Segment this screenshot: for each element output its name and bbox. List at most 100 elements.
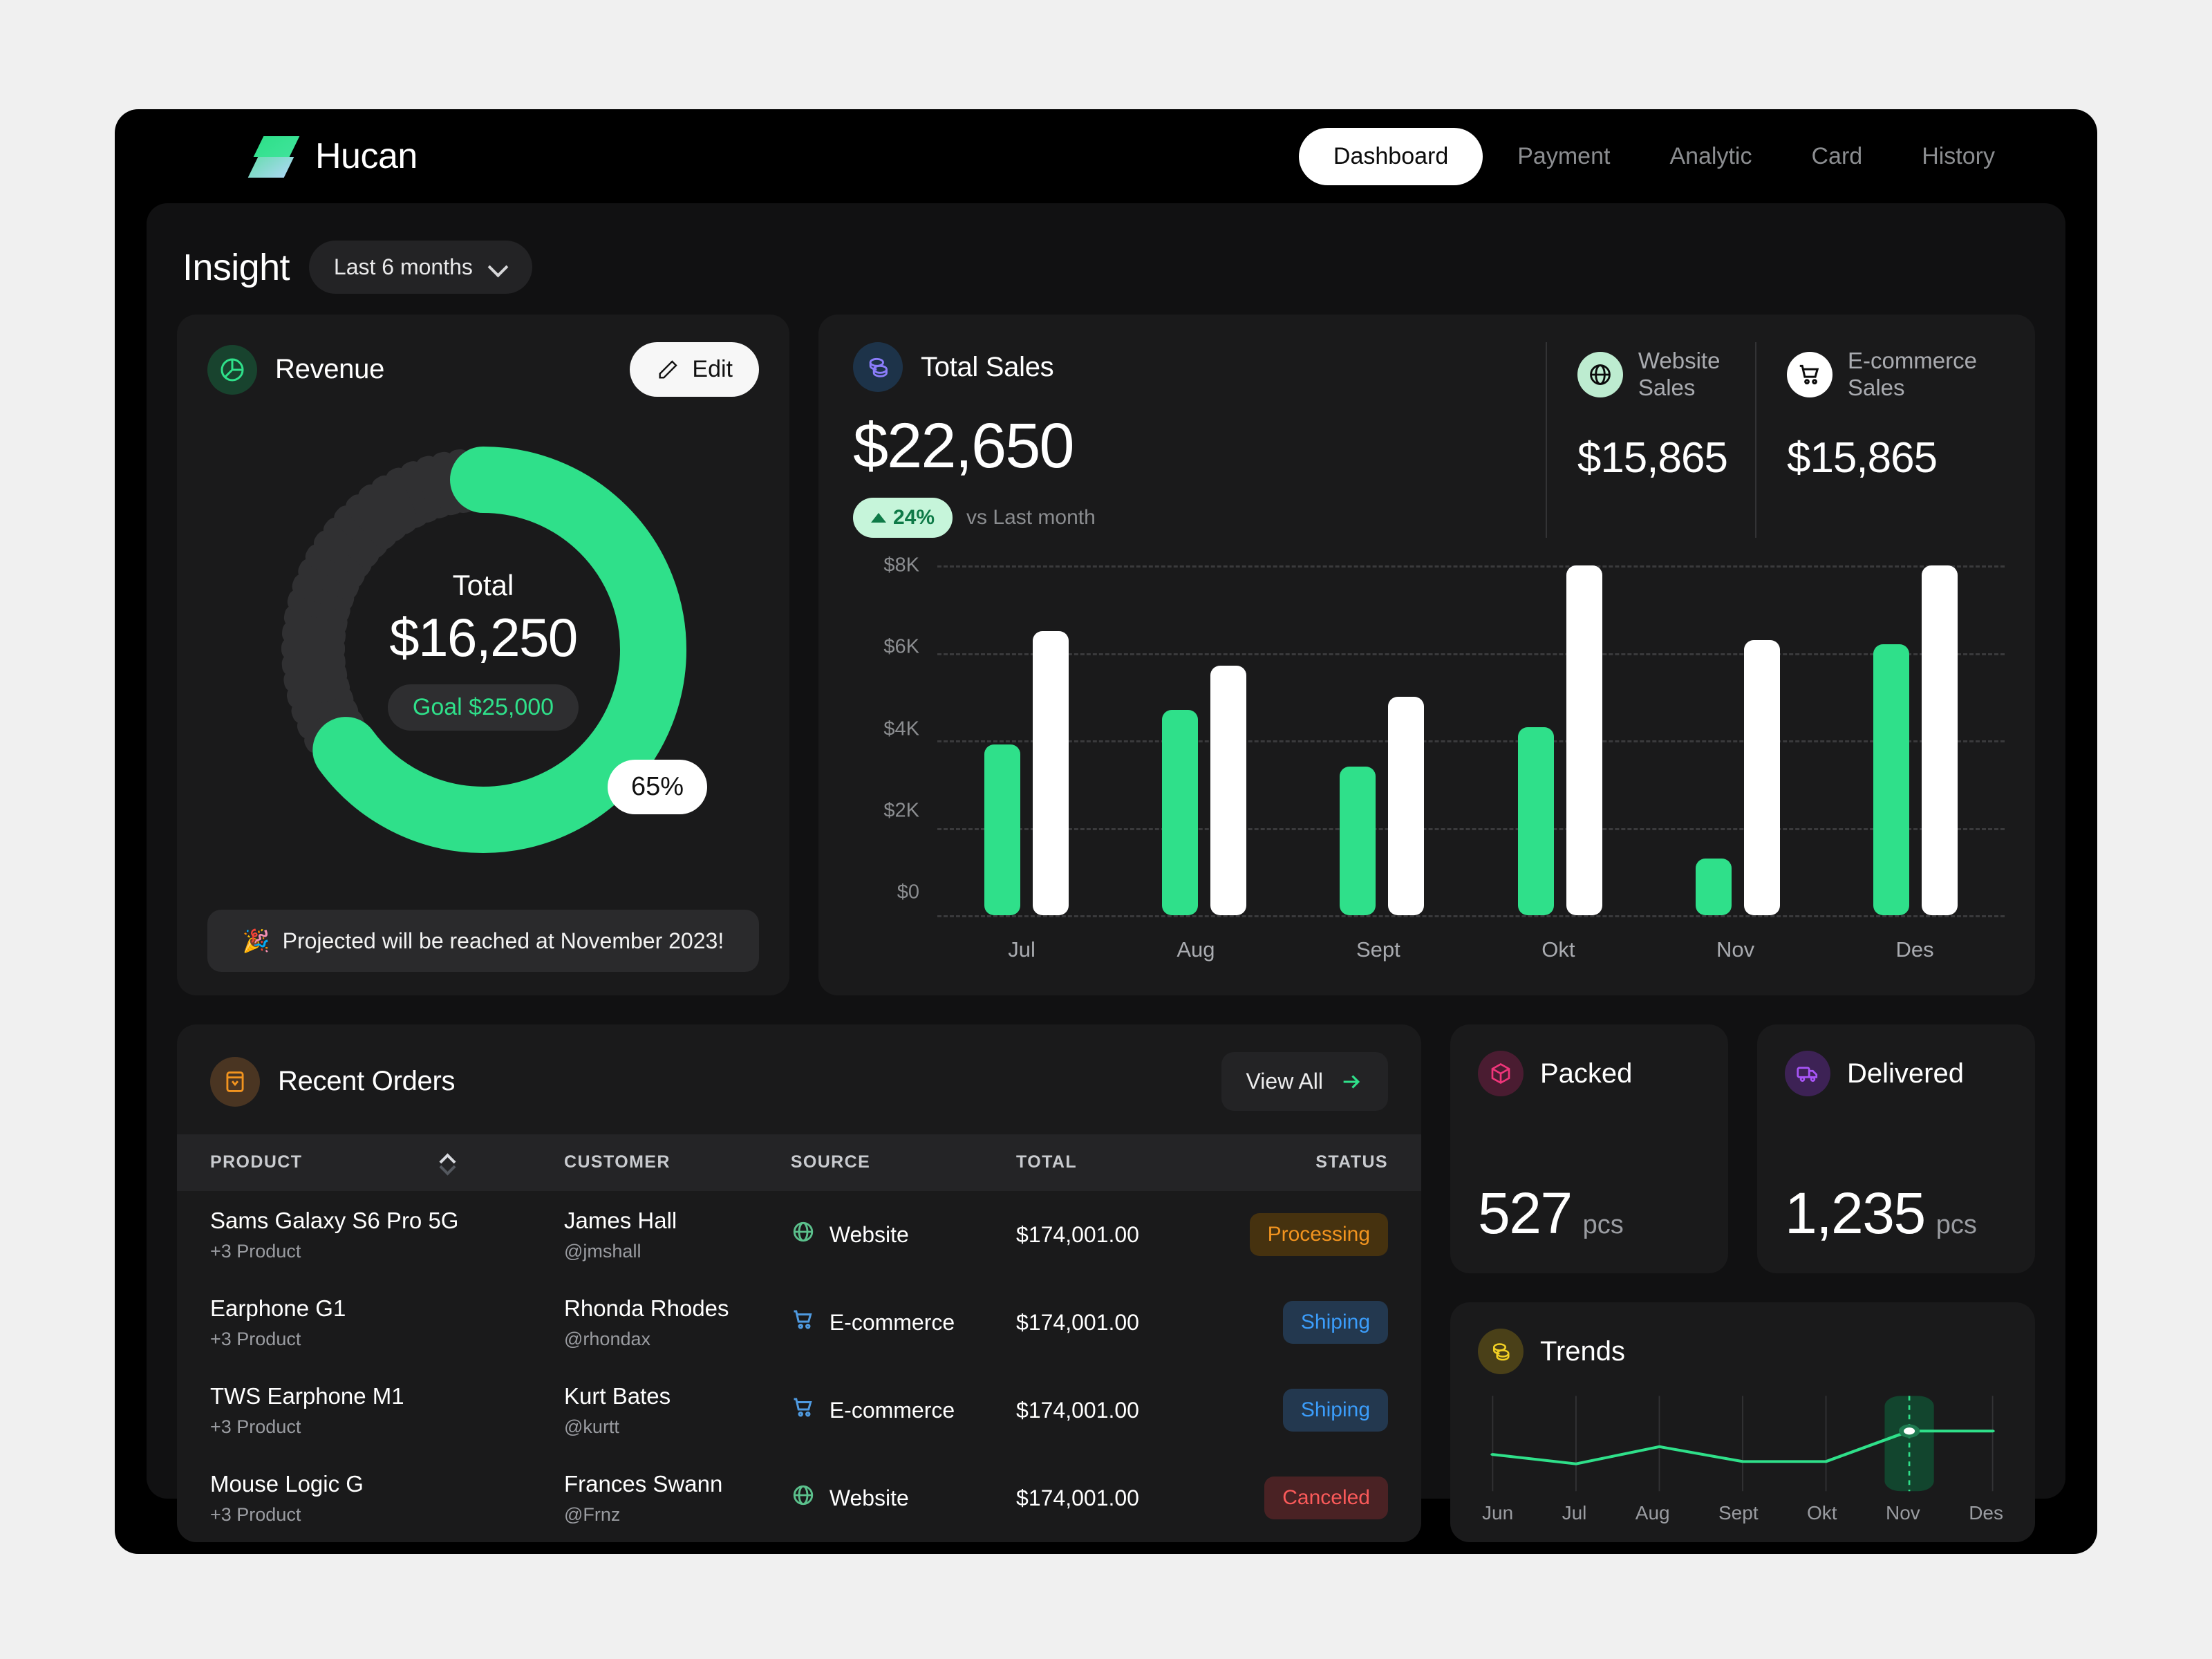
chart-plot: Jul Aug Sept Okt Nov Des — [919, 565, 2005, 975]
status-badge: Shiping — [1282, 1389, 1388, 1432]
bar-group — [1517, 565, 1602, 915]
table-row[interactable]: Earphone G1 +3 Product Rhonda Rhodes @rhond… — [177, 1279, 1421, 1367]
cell-source: E-commerce — [791, 1279, 1016, 1367]
edit-button[interactable]: Edit — [630, 342, 759, 397]
hucan-logo-icon — [247, 135, 300, 178]
customer-name: Rhonda Rhodes — [564, 1295, 729, 1321]
bar-jul-ecommerce[interactable] — [1032, 630, 1069, 915]
chart-x-axis: Jul Aug Sept Okt Nov Des — [937, 937, 2005, 962]
x-tick: Nov — [1716, 937, 1755, 962]
y-tick: $6K — [883, 635, 919, 658]
column-header-total[interactable]: TOTAL — [1016, 1134, 1185, 1191]
kpi-ecommerce-head: E-commerce Sales — [1786, 348, 1977, 402]
delivered-header: Delivered — [1785, 1051, 2007, 1096]
total-sales-amount: $22,650 — [853, 411, 1075, 481]
cell-product: Earphone G1 +3 Product — [177, 1279, 564, 1367]
trends-card: Trends Jun Jul Aug Sept Okt Nov Des — [1450, 1302, 2035, 1542]
column-header-status[interactable]: STATUS — [1185, 1134, 1421, 1191]
kpi-website-sales: Website Sales $15,865 — [1545, 342, 1755, 538]
column-header-product[interactable]: PRODUCT — [177, 1134, 564, 1191]
x-tick: Des — [1895, 937, 1934, 962]
bar-okt-ecommerce[interactable] — [1566, 565, 1602, 915]
bar-nov-ecommerce[interactable] — [1743, 639, 1780, 915]
bottom-card-row: Recent Orders View All PRODUCT CUSTOMER … — [177, 1024, 2035, 1542]
cell-total: $174,001.00 — [1016, 1397, 1139, 1423]
shopping-cart-icon — [791, 1395, 816, 1425]
product-sub: +3 Product — [210, 1416, 301, 1437]
top-navigation-bar: Hucan Dashboard Payment Analytic Card Hi… — [115, 109, 2097, 203]
source-label: Website — [829, 1485, 909, 1510]
bar-des-website[interactable] — [1873, 644, 1910, 915]
bar-jul-website[interactable] — [984, 744, 1020, 915]
package-icon — [1478, 1051, 1524, 1096]
delivered-card: Delivered 1,235 pcs — [1757, 1024, 2035, 1273]
kpi-website-label-line1: Website — [1638, 348, 1721, 373]
page-title: Insight — [182, 246, 290, 288]
source-label: E-commerce — [829, 1397, 955, 1423]
view-all-button[interactable]: View All — [1221, 1052, 1388, 1111]
bar-des-ecommerce[interactable] — [1922, 565, 1958, 915]
x-tick: Okt — [1541, 937, 1575, 962]
kpi-ecommerce-label-line1: E-commerce — [1847, 348, 1977, 373]
trend-x-tick: Jul — [1562, 1501, 1587, 1524]
bar-aug-website[interactable] — [1161, 709, 1198, 915]
view-all-label: View All — [1246, 1069, 1323, 1094]
bar-aug-ecommerce[interactable] — [1210, 666, 1246, 915]
date-range-dropdown[interactable]: Last 6 months — [308, 241, 532, 294]
trend-x-tick: Jun — [1482, 1501, 1514, 1524]
trends-title: Trends — [1540, 1335, 1626, 1367]
nav-item-payment[interactable]: Payment — [1492, 129, 1635, 184]
packed-title: Packed — [1540, 1058, 1633, 1089]
donut-total-label: Total — [452, 569, 514, 601]
sort-toggle-icon[interactable] — [440, 1153, 455, 1173]
trends-svg — [1490, 1396, 1995, 1492]
total-sales-card: Total Sales $22,650 24% vs Last month We… — [818, 315, 2035, 995]
nav-item-history[interactable]: History — [1897, 129, 2020, 184]
source-label: E-commerce — [829, 1309, 955, 1335]
table-row[interactable]: TWS Earphone M1 +3 Product Kurt Bates @kurt… — [177, 1367, 1421, 1454]
right-column: Packed 527 pcs Delivered 1,235 pcs Trend… — [1450, 1024, 2035, 1542]
table-row[interactable]: Sams Galaxy S6 Pro 5G +3 Product James Hal… — [177, 1191, 1421, 1279]
bar-nov-website[interactable] — [1695, 858, 1732, 915]
cell-total: $174,001.00 — [1016, 1309, 1139, 1335]
nav-item-card[interactable]: Card — [1787, 129, 1888, 184]
orders-table: PRODUCT CUSTOMER SOURCE TOTAL STATUS Sam… — [177, 1134, 1421, 1542]
revenue-title: Revenue — [275, 354, 385, 384]
bar-sept-website[interactable] — [1340, 766, 1376, 915]
cell-customer: James Hall @jmshall — [564, 1191, 791, 1279]
arrow-right-icon — [1343, 1074, 1360, 1089]
fulfillment-stats-row: Packed 527 pcs Delivered 1,235 pcs — [1450, 1024, 2035, 1273]
kpi-ecommerce-label: E-commerce Sales — [1848, 348, 1977, 402]
party-popper-icon: 🎉 — [242, 928, 270, 953]
nav-item-analytic[interactable]: Analytic — [1644, 129, 1777, 184]
cell-status: Canceled — [1185, 1454, 1421, 1542]
delta-badge: 24% — [853, 498, 953, 538]
donut-total-value: $16,250 — [389, 607, 578, 668]
cell-source: E-commerce — [791, 1367, 1016, 1454]
revenue-card-header: Revenue Edit — [207, 342, 759, 397]
trend-point-marker[interactable] — [1904, 1427, 1915, 1435]
shopping-cart-icon — [791, 1307, 816, 1338]
delivered-unit: pcs — [1936, 1210, 1977, 1239]
nav-item-dashboard[interactable]: Dashboard — [1298, 127, 1483, 185]
packed-value: 527 — [1478, 1181, 1573, 1246]
bar-okt-website[interactable] — [1517, 727, 1554, 915]
recent-orders-card: Recent Orders View All PRODUCT CUSTOMER … — [177, 1024, 1421, 1542]
recent-orders-header: Recent Orders View All — [177, 1024, 1421, 1134]
delivered-value-row: 1,235 pcs — [1785, 1180, 2007, 1247]
table-row[interactable]: Mouse Logic G +3 Product Frances Swann @Frn… — [177, 1454, 1421, 1542]
y-tick: $2K — [883, 799, 919, 822]
top-card-row: Revenue Edit Total $16,250 Goal $25,000 … — [177, 315, 2035, 995]
column-header-customer[interactable]: CUSTOMER — [564, 1134, 791, 1191]
column-header-source[interactable]: SOURCE — [791, 1134, 1016, 1191]
customer-name: Frances Swann — [564, 1470, 723, 1497]
sales-bar-chart: $8K $6K $4K $2K $0 Jul Aug Sept Okt Nov Des — [853, 554, 2005, 975]
bar-sept-ecommerce[interactable] — [1388, 696, 1425, 915]
status-badge: Shiping — [1282, 1301, 1388, 1344]
product-sub: +3 Product — [210, 1503, 301, 1525]
product-name: Sams Galaxy S6 Pro 5G — [210, 1207, 459, 1233]
product-sub: +3 Product — [210, 1328, 301, 1349]
page-header: Insight Last 6 months — [177, 228, 2035, 315]
chart-y-axis: $8K $6K $4K $2K $0 — [853, 554, 919, 975]
coins-icon — [1478, 1329, 1524, 1374]
